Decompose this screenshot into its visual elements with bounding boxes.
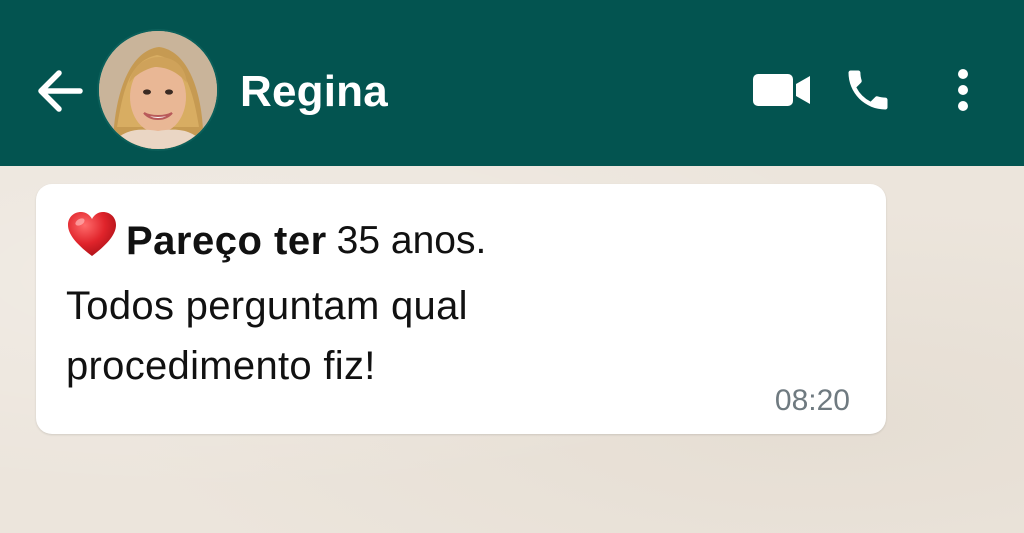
message-line-1: Pareço ter 35 anos. — [66, 210, 486, 272]
video-call-icon[interactable] — [752, 70, 812, 110]
phone-icon[interactable] — [842, 64, 894, 116]
message-timestamp: 08:20 — [774, 384, 850, 417]
chat-header: Regina — [0, 0, 1024, 166]
message-text-rest: 35 anos. — [336, 219, 487, 262]
contact-avatar[interactable] — [97, 29, 219, 151]
more-vertical-icon[interactable] — [950, 64, 976, 116]
message-bold-text: Pareço ter — [126, 218, 327, 263]
contact-name[interactable]: Regina — [240, 62, 388, 122]
back-arrow-icon[interactable] — [34, 66, 86, 116]
red-heart-icon — [66, 210, 118, 260]
message-line-3: procedimento fiz! — [66, 344, 376, 388]
message-bubble[interactable]: Pareço ter 35 anos. Todos perguntam qual… — [36, 184, 886, 434]
message-line-2: Todos perguntam qual — [66, 284, 468, 328]
